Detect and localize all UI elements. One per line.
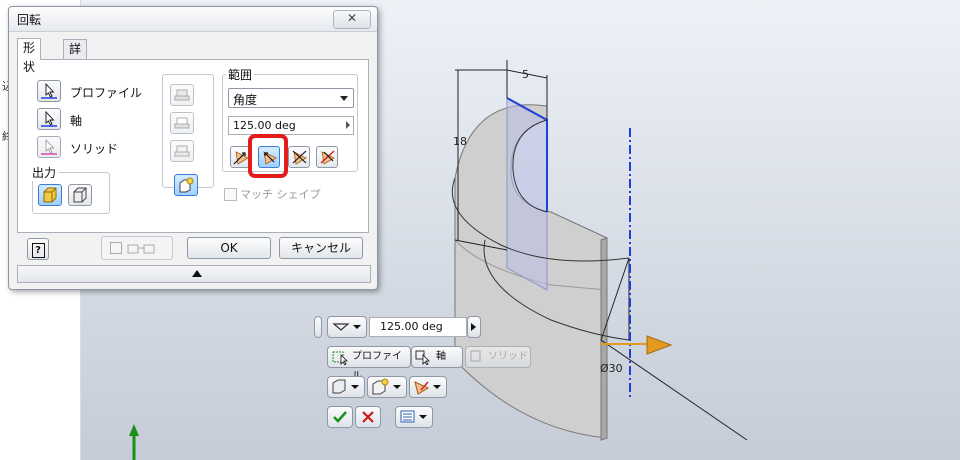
output-surface-button[interactable] [68, 184, 92, 206]
tab-detail[interactable]: 詳細 [63, 39, 88, 75]
dialog-titlebar[interactable]: 回転 ✕ [9, 7, 377, 32]
mini-extent-direction-dropdown[interactable] [409, 376, 447, 398]
profile-select-button[interactable] [37, 80, 61, 102]
direction-asymmetric-icon [320, 150, 335, 165]
operation-new-solid-button[interactable] [174, 174, 198, 196]
join-icon [174, 89, 190, 101]
direction-symmetric-icon [292, 150, 307, 165]
dim-width-5[interactable]: 5 [522, 68, 529, 81]
extent-type-dropdown[interactable] [327, 316, 367, 338]
dialog-title: 回転 [17, 13, 42, 27]
mini-axis-button[interactable]: 軸 [411, 346, 463, 368]
profile-select-icon [332, 351, 348, 365]
output-solid-icon [332, 379, 359, 394]
solid-select-icon [470, 350, 481, 362]
output-label: 出力 [30, 164, 59, 181]
preview-checkbox[interactable] [110, 242, 122, 254]
extent-angle-icon [332, 323, 361, 331]
solid-label: ソリッド [70, 142, 119, 156]
highlight-box [248, 134, 288, 178]
expand-up-arrow-icon [192, 270, 202, 277]
triad-y-icon [129, 424, 139, 436]
direction-symmetric-button[interactable] [288, 146, 310, 168]
options-list-icon [400, 410, 427, 423]
surface-cube-icon [73, 187, 87, 203]
axis-label: 軸 [70, 114, 83, 128]
cancel-button[interactable]: キャンセル [279, 237, 363, 259]
operation-intersect-button[interactable] [170, 140, 194, 162]
mini-angle-input[interactable]: 125.00 deg [369, 317, 467, 337]
cut-icon [174, 117, 190, 129]
preview-toggle[interactable] [101, 236, 173, 260]
mini-solid-button[interactable]: ソリッド [465, 346, 531, 368]
mini-operation-dropdown[interactable] [367, 376, 407, 398]
cancel-x-icon [362, 411, 374, 423]
direction-asymmetric-button[interactable] [316, 146, 338, 168]
extent-direction-icon [414, 381, 441, 395]
dialog-close-button[interactable]: ✕ [333, 10, 371, 29]
match-shape-checkbox[interactable] [224, 188, 237, 201]
sketch-profile[interactable] [506, 97, 548, 291]
axis-select-button[interactable] [37, 108, 61, 130]
new-solid-icon [179, 177, 194, 193]
mini-ok-button[interactable] [327, 406, 353, 428]
profile-label: プロファイル [70, 86, 143, 100]
match-shape-label: マッチ シェイプ [240, 188, 321, 201]
output-solid-button[interactable] [38, 184, 62, 206]
mini-options-dropdown[interactable] [395, 406, 433, 428]
mini-cancel-button[interactable] [355, 406, 381, 428]
intersect-icon [174, 145, 190, 157]
glasses-icon [127, 244, 155, 254]
extent-type-select[interactable]: 角度 [228, 88, 354, 108]
check-icon [333, 411, 347, 423]
mini-angle-arrow[interactable] [467, 316, 481, 338]
profile-arrow-icon [41, 82, 57, 99]
dim-diameter-30[interactable]: Ø30 [600, 362, 623, 375]
mini-output-dropdown[interactable] [327, 376, 365, 398]
operation-join-button[interactable] [170, 84, 194, 106]
tab-shape[interactable]: 形状 [17, 38, 42, 74]
direction-arrow-manipulator[interactable] [646, 335, 673, 355]
ok-button[interactable]: OK [187, 237, 271, 259]
help-button[interactable]: ? [27, 238, 49, 260]
operation-cut-button[interactable] [170, 112, 194, 134]
shape-panel: プロファイル 軸 ソリッド 出力 範囲 角度 125.00 deg マッチ シェ… [17, 59, 369, 233]
solid-select-button[interactable] [37, 136, 61, 158]
mini-toolbar-grip[interactable] [314, 316, 322, 338]
new-solid-icon [372, 378, 401, 395]
solid-arrow-icon [41, 138, 57, 155]
dialog-expand-bar[interactable] [17, 265, 371, 283]
mini-profile-button[interactable]: プロファイル [327, 346, 411, 382]
dim-height-18[interactable]: 18 [453, 135, 467, 148]
axis-arrow-icon [41, 110, 57, 127]
extent-label: 範囲 [226, 66, 255, 83]
axis-select-icon [415, 350, 430, 365]
solid-cube-icon [43, 187, 57, 203]
angle-input[interactable]: 125.00 deg [228, 116, 354, 135]
revolve-dialog: 回転 ✕ 形状 詳細 プロファイル 軸 [8, 6, 378, 290]
